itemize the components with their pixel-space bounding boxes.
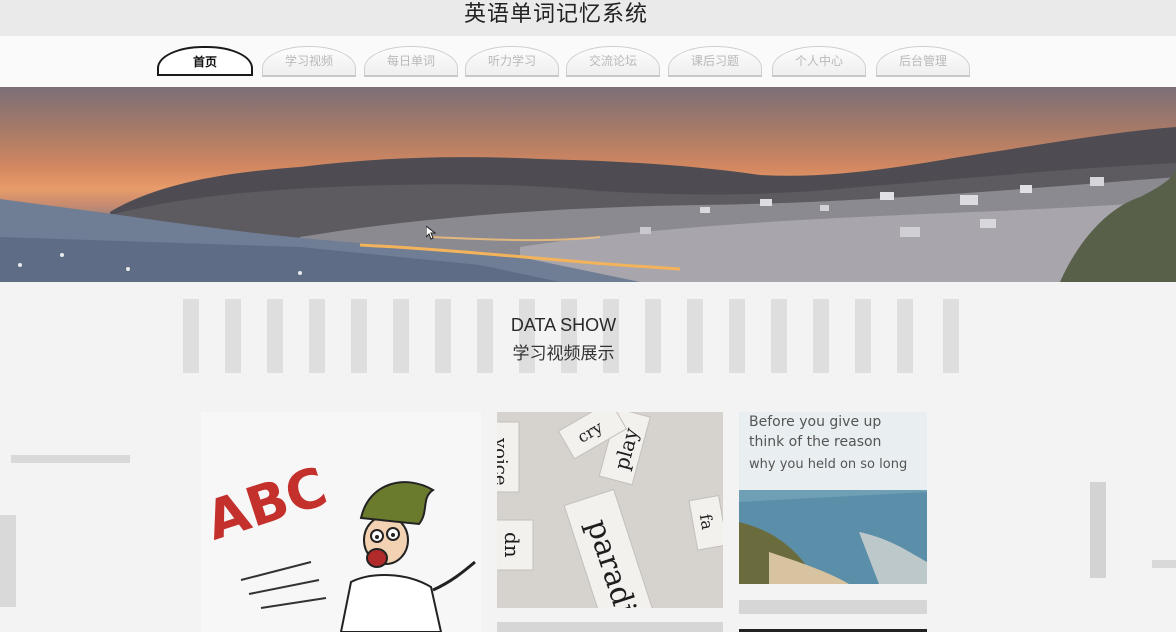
video-card-2-caption-bar (497, 622, 723, 632)
left-deco-bar (11, 455, 130, 463)
nav-study-videos[interactable]: 学习视频 (262, 46, 356, 75)
nav-personal-center[interactable]: 个人中心 (772, 46, 866, 75)
left-deco-block (0, 515, 16, 607)
video-card-word-tiles[interactable]: paradise play dn voice cry fa (497, 412, 723, 608)
tile-voice: voice (497, 437, 511, 486)
tile-dn: dn (500, 532, 524, 558)
hero-banner-image (0, 87, 1176, 282)
nav-exercises[interactable]: 课后习题 (668, 46, 762, 75)
video-card-quote[interactable]: Before you give up think of the reason w… (739, 412, 927, 584)
site-title: 英语单词记忆系统 (463, 2, 648, 27)
quote-line-3: why you held on so long (749, 457, 907, 472)
section-title-zh: 学习视频展示 (512, 344, 615, 364)
right-deco-block (1090, 482, 1106, 578)
main-nav: 首页 学习视频 每日单词 听力学习 交流论坛 课后习题 个人中心 后台管理 (0, 36, 1176, 87)
right-deco-bar (1152, 560, 1176, 568)
section-title-en: DATA SHOW (510, 315, 617, 335)
nav-forum[interactable]: 交流论坛 (566, 46, 660, 75)
nav-listening[interactable]: 听力学习 (465, 46, 559, 75)
video-card-3-caption-bar (739, 600, 927, 614)
quote-line-2: think of the reason (749, 434, 881, 450)
nav-daily-words[interactable]: 每日单词 (364, 46, 458, 75)
section-header: DATA SHOW 学习视频展示 (170, 296, 970, 376)
video-card-abc[interactable]: ABC (201, 412, 481, 632)
top-bar: 英语单词记忆系统 (0, 0, 1176, 36)
nav-admin[interactable]: 后台管理 (876, 46, 970, 75)
quote-line-1: Before you give up (749, 414, 881, 430)
nav-home[interactable]: 首页 (157, 46, 253, 74)
section-header-stripes (170, 296, 970, 376)
mouse-cursor-icon (426, 226, 436, 240)
